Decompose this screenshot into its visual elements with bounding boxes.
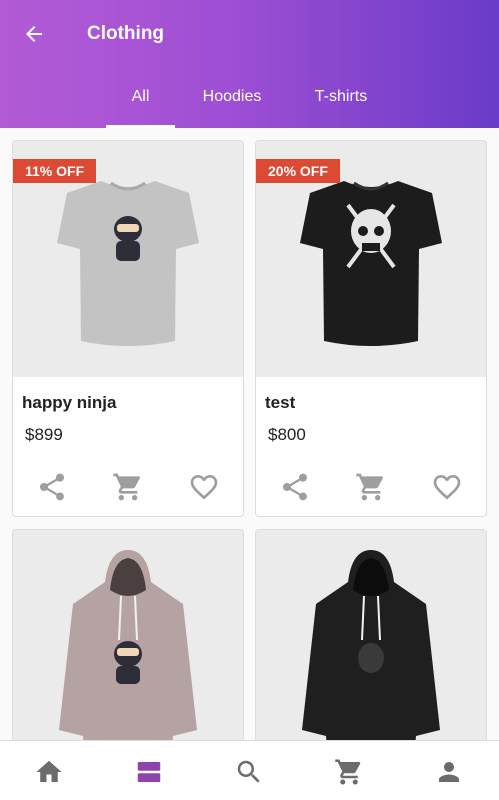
black-hoodie-image [302,550,440,740]
share-icon[interactable] [36,471,68,503]
heart-icon[interactable] [188,471,220,503]
search-icon[interactable] [234,757,264,787]
category-tabs: All Hoodies T-shirts [0,66,499,128]
add-to-cart-icon[interactable] [355,471,387,503]
product-image[interactable]: 20% OFF [256,141,486,377]
discount-badge: 11% OFF [13,159,97,183]
home-icon[interactable] [34,757,64,787]
product-card[interactable] [12,529,244,740]
product-price: $899 [25,425,63,444]
tab-hoodies[interactable]: Hoodies [186,66,278,128]
product-card[interactable]: 11% OFF happy ninja $899 [12,140,244,517]
product-price: $800 [268,425,306,444]
heart-icon[interactable] [431,471,463,503]
account-icon[interactable] [434,757,464,787]
product-image[interactable]: 11% OFF [13,141,243,377]
product-name[interactable]: happy ninja [22,393,116,413]
bottom-navigation [0,740,499,800]
share-icon[interactable] [279,471,311,503]
cart-icon[interactable] [334,757,364,787]
product-grid: 11% OFF happy ninja $899 20% OFF test $8… [0,128,499,740]
grey-hoodie-image [59,550,197,740]
product-card[interactable] [255,529,487,740]
page-title: Clothing [87,23,165,44]
card-actions [13,471,243,503]
card-actions [256,471,486,503]
product-card[interactable]: 20% OFF test $800 [255,140,487,517]
product-name[interactable]: test [265,393,295,413]
tab-tshirts[interactable]: T-shirts [298,66,384,128]
product-image[interactable] [256,530,486,740]
product-image[interactable] [13,530,243,740]
categories-icon[interactable] [134,757,164,787]
tab-all[interactable]: All [106,66,175,128]
discount-badge: 20% OFF [256,159,340,183]
app-bar: Clothing All Hoodies T-shirts [0,0,499,128]
add-to-cart-icon[interactable] [112,471,144,503]
app-screen: Clothing All Hoodies T-shirts 11% OFF ha… [0,0,499,800]
arrow-back-icon[interactable] [22,22,46,46]
